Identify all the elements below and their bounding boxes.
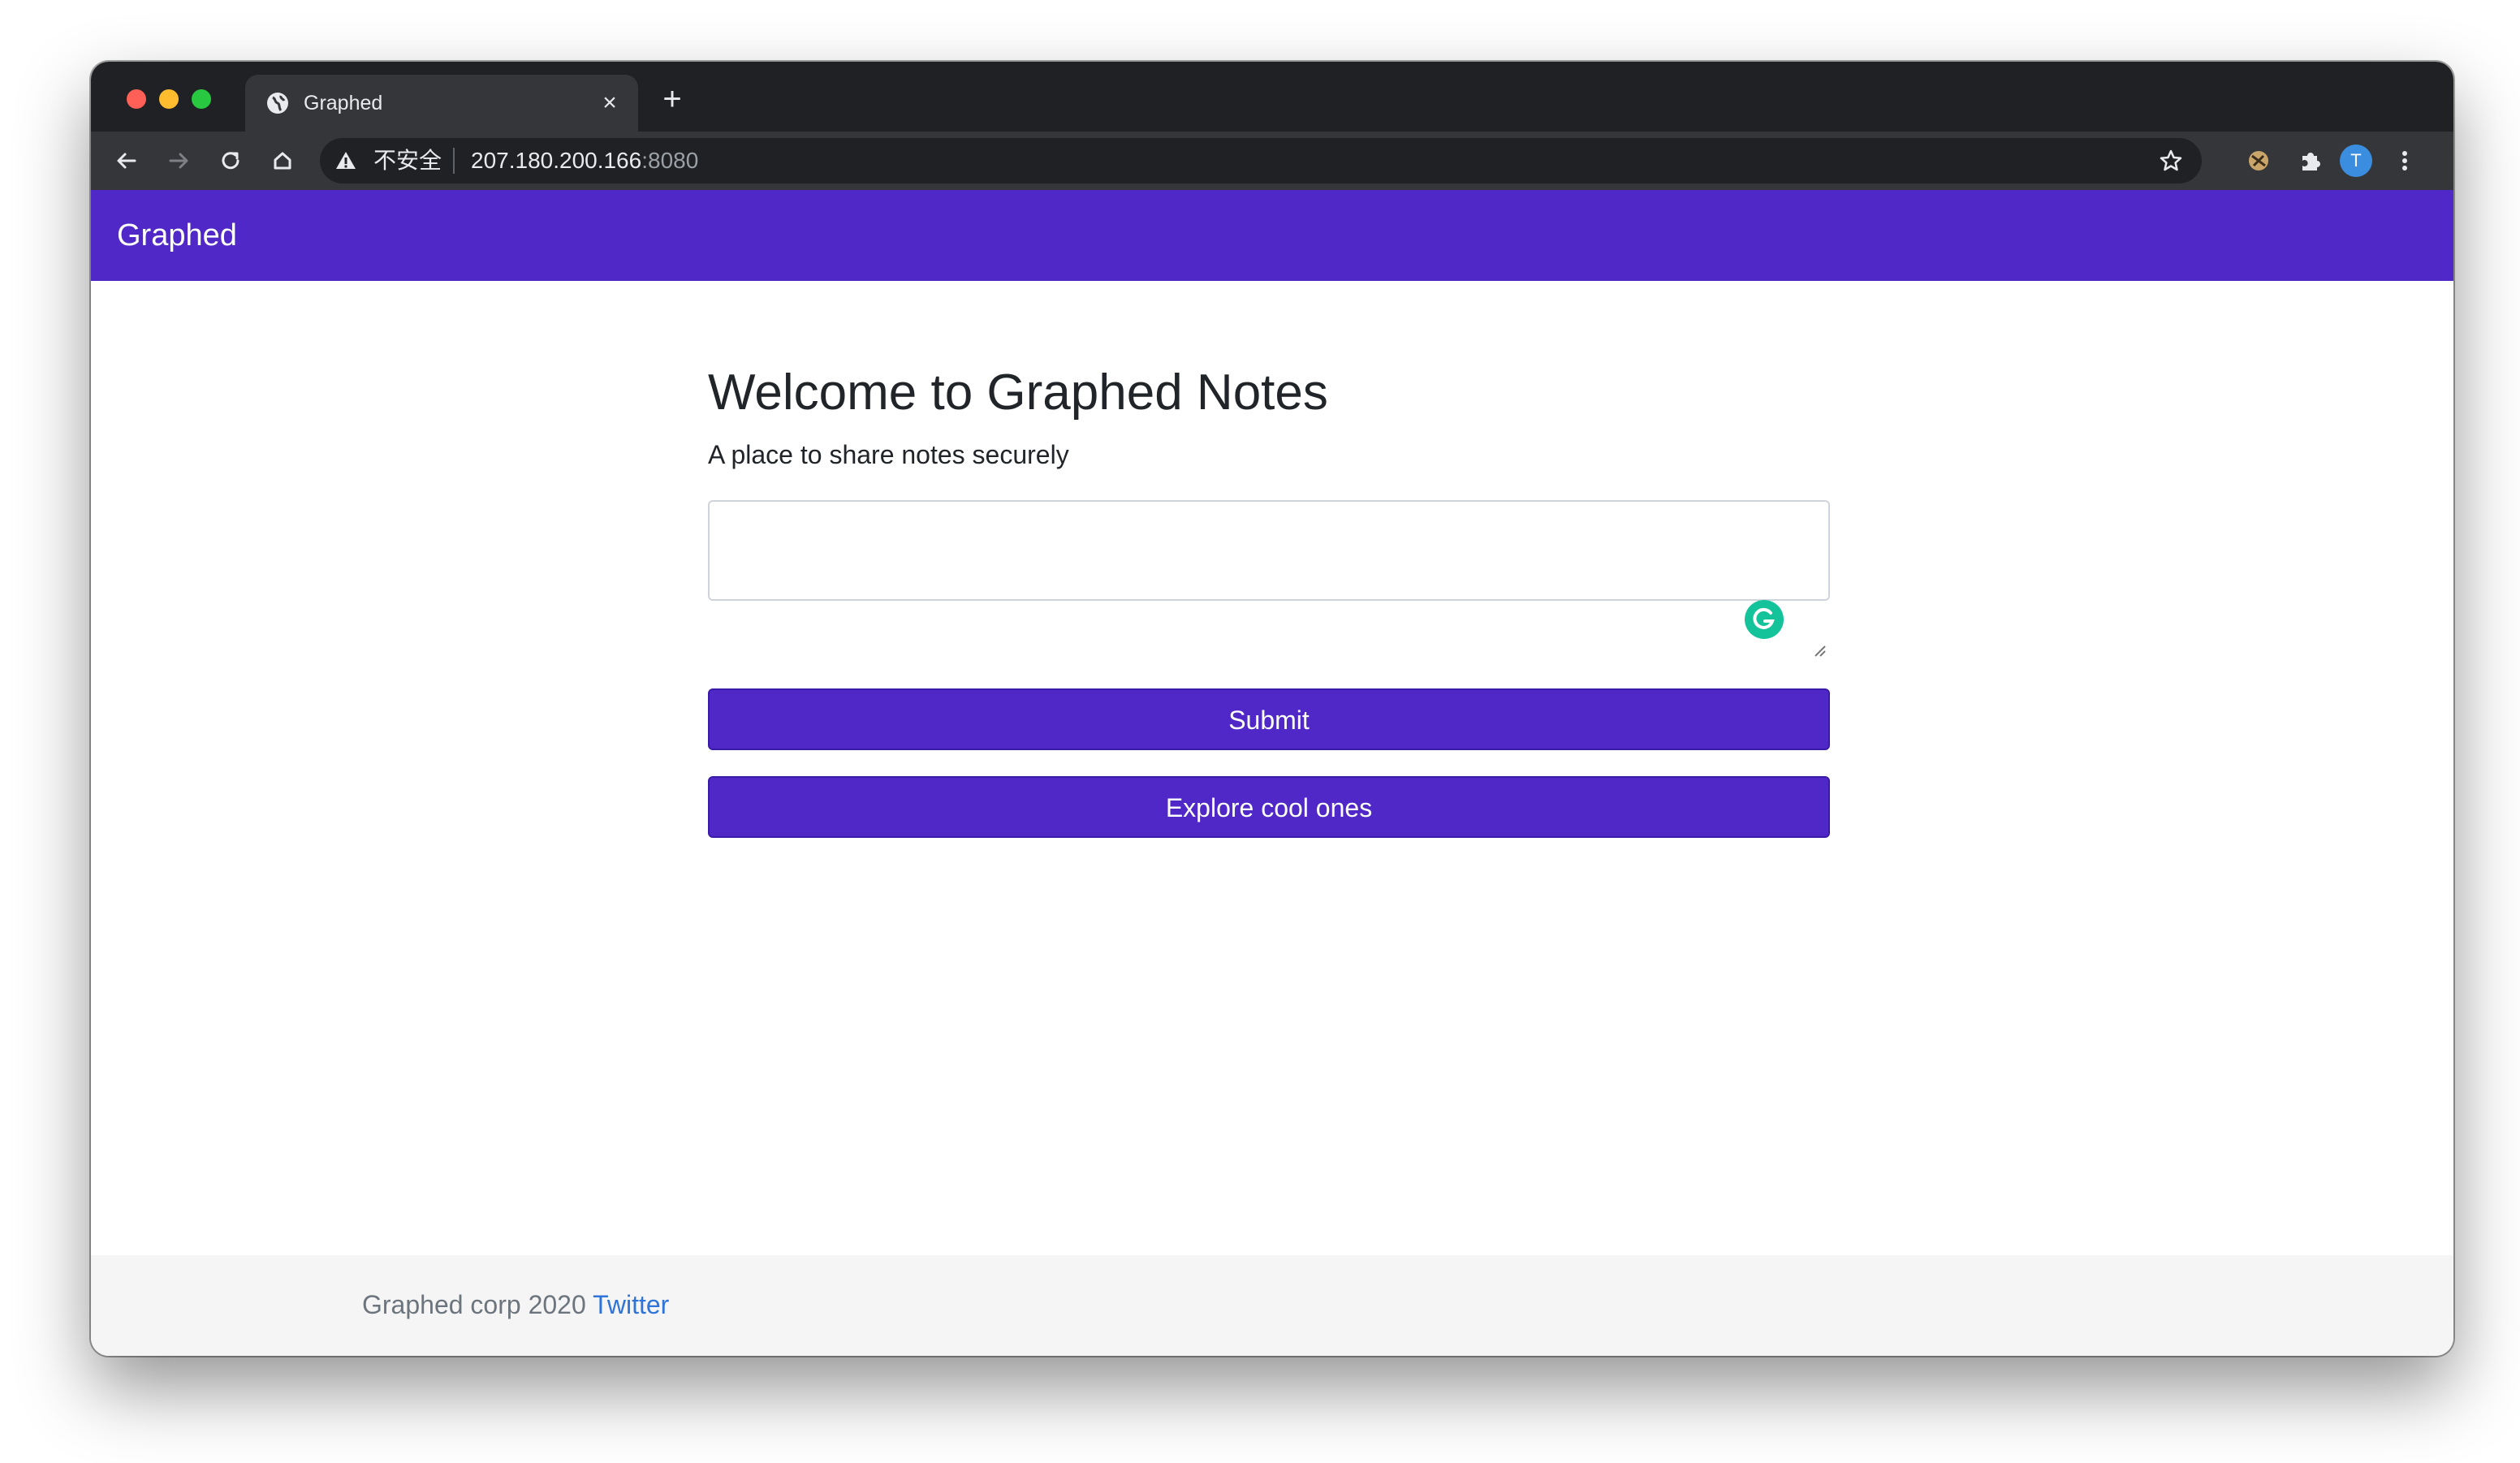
navbar-brand[interactable]: Graphed <box>117 216 237 255</box>
reload-icon[interactable] <box>214 145 247 177</box>
menu-icon[interactable] <box>2388 145 2421 177</box>
maximize-window-button[interactable] <box>192 89 211 109</box>
browser-window: Graphed × + 不安全 207.180.200.166:8080 T G… <box>91 62 2453 1356</box>
globe-icon <box>267 93 288 114</box>
browser-toolbar: 不安全 207.180.200.166:8080 T <box>91 132 2453 190</box>
grammarly-icon[interactable] <box>1744 599 1784 640</box>
submit-button[interactable]: Submit <box>708 688 1830 750</box>
star-icon[interactable] <box>2155 145 2187 177</box>
explore-button[interactable]: Explore cool ones <box>708 776 1830 838</box>
site-footer: Graphed corp 2020 Twitter <box>91 1255 2453 1356</box>
omnibox-divider <box>453 148 455 174</box>
not-secure-label[interactable]: 不安全 <box>373 146 442 175</box>
tab-strip: Graphed × + <box>91 62 2453 132</box>
minimize-window-button[interactable] <box>159 89 179 109</box>
forward-icon[interactable] <box>162 145 195 177</box>
note-input[interactable] <box>708 500 1830 601</box>
url-host: 207.180.200.166 <box>471 148 642 173</box>
extension-icon[interactable] <box>2242 145 2275 177</box>
page-subtitle: A place to share notes securely <box>708 440 1069 469</box>
site-navbar: Graphed <box>91 190 2453 281</box>
back-icon[interactable] <box>110 145 143 177</box>
page-title: Welcome to Graphed Notes <box>708 365 1328 421</box>
url-text[interactable]: 207.180.200.166:8080 <box>471 146 698 175</box>
url-port: :8080 <box>641 148 699 173</box>
resize-grip-icon[interactable] <box>1812 643 1827 658</box>
footer-text: Graphed corp 2020 Twitter <box>362 1288 669 1322</box>
new-tab-button[interactable]: + <box>656 83 688 115</box>
home-icon[interactable] <box>266 145 299 177</box>
footer-copyright: Graphed corp 2020 <box>362 1290 586 1319</box>
profile-avatar[interactable]: T <box>2340 145 2372 177</box>
twitter-link[interactable]: Twitter <box>593 1290 669 1319</box>
tab-close-icon[interactable]: × <box>596 89 624 117</box>
warning-icon[interactable] <box>334 149 357 172</box>
address-bar[interactable]: 不安全 207.180.200.166:8080 <box>320 138 2202 183</box>
main-content: Welcome to Graphed Notes A place to shar… <box>91 281 2453 1255</box>
puzzle-icon[interactable] <box>2294 145 2327 177</box>
tab-graphed[interactable]: Graphed × <box>245 75 638 132</box>
close-window-button[interactable] <box>127 89 146 109</box>
tab-title: Graphed <box>304 92 383 114</box>
